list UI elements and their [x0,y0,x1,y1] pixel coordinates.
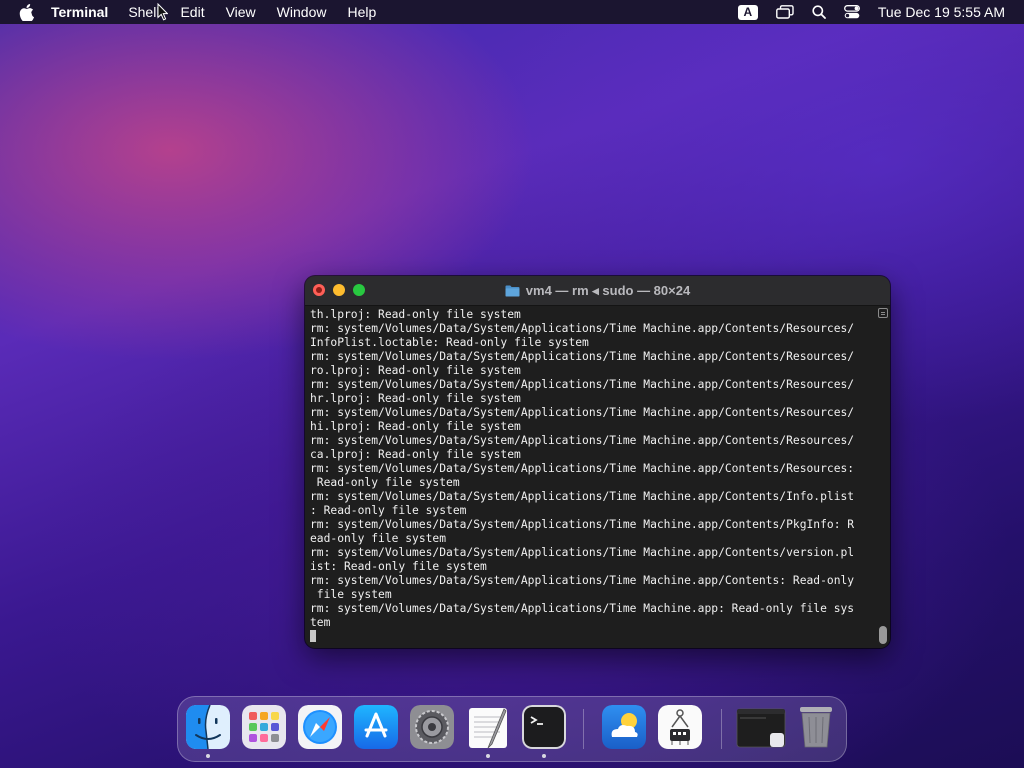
terminal-line: rm: system/Volumes/Data/System/Applicati… [310,434,855,447]
dock-separator [721,709,722,749]
minimize-window-button[interactable] [333,284,345,296]
dock-item-weather[interactable] [602,705,646,749]
terminal-titlebar[interactable]: vm4 — rm ◂ sudo — 80×24 [305,276,890,306]
trash-icon [794,705,838,749]
system-information-icon [658,705,702,749]
zoom-window-button[interactable] [353,284,365,296]
close-window-button[interactable] [313,284,325,296]
terminal-line: rm: system/Volumes/Data/System/Applicati… [310,350,855,363]
terminal-line: Read-only file system [310,476,460,489]
terminal-line: InfoPlist.loctable: Read-only file syste… [310,336,589,349]
menu-edit[interactable]: Edit [180,4,204,20]
dock-item-system-settings[interactable] [410,705,454,749]
control-center-icon[interactable] [843,5,860,19]
textedit-icon [466,705,510,749]
menu-app-terminal[interactable]: Terminal [51,4,108,20]
menu-window[interactable]: Window [277,4,327,20]
menu-help[interactable]: Help [347,4,376,20]
dock-separator [583,709,584,749]
window-switcher-icon[interactable] [775,5,794,19]
terminal-line: rm: system/Volumes/Data/System/Applicati… [310,406,855,419]
weather-icon [602,705,646,749]
app-store-icon [354,705,398,749]
spotlight-search-icon[interactable] [812,5,826,19]
dock-item-launchpad[interactable] [242,705,286,749]
terminal-prompt-line [310,630,876,644]
menu-view[interactable]: View [226,4,256,20]
dock-item-minimized-window[interactable] [736,705,786,749]
terminal-line: rm: system/Volumes/Data/System/Applicati… [310,546,855,559]
terminal-line: ca.lproj: Read-only file system [310,448,521,461]
finder-icon [186,705,230,749]
terminal-line: rm: system/Volumes/Data/System/Applicati… [310,574,855,587]
terminal-line: rm: system/Volumes/Data/System/Applicati… [310,322,855,335]
scroll-split-button[interactable] [878,308,888,318]
dock-item-app-store[interactable] [354,705,398,749]
menu-bar: Terminal Shell Edit View Window Help A T… [0,0,1024,24]
input-source-label: A [737,4,758,20]
window-title-text: vm4 — rm ◂ sudo — 80×24 [525,282,691,298]
folder-icon [505,285,520,297]
text-cursor [310,630,316,642]
scrollbar-thumb[interactable] [879,626,887,644]
window-controls [313,284,373,296]
terminal-line: rm: system/Volumes/Data/System/Applicati… [310,518,855,531]
dock-item-safari[interactable] [298,705,342,749]
dock-item-terminal[interactable] [522,705,566,758]
terminal-line: ead-only file system [310,532,447,545]
terminal-line: th.lproj: Read-only file system [310,308,521,321]
terminal-line: rm: system/Volumes/Data/System/Applicati… [310,378,855,391]
menu-clock[interactable]: Tue Dec 19 5:55 AM [878,4,1005,20]
terminal-scrollbar[interactable] [876,306,890,648]
terminal-window[interactable]: vm4 — rm ◂ sudo — 80×24 th.lproj: Read-o… [305,276,890,648]
running-indicator [206,754,210,758]
running-indicator [542,754,546,758]
dock-item-trash[interactable] [794,705,838,749]
safari-icon [298,705,342,749]
terminal-output[interactable]: th.lproj: Read-only file system rm: syste… [305,306,876,648]
terminal-line: rm: system/Volumes/Data/System/Applicati… [310,462,855,475]
mouse-pointer-icon [157,2,169,26]
running-indicator [486,754,490,758]
terminal-line: hr.lproj: Read-only file system [310,392,521,405]
launchpad-icon [242,705,286,749]
terminal-line: hi.lproj: Read-only file system [310,420,521,433]
terminal-line: tem [310,616,331,629]
terminal-icon [522,705,566,749]
terminal-line: ro.lproj: Read-only file system [310,364,521,377]
dock-item-finder[interactable] [186,705,230,758]
minimized-window-icon [736,705,786,749]
dock [177,696,847,762]
terminal-line: rm: system/Volumes/Data/System/Applicati… [310,490,855,503]
terminal-line: file system [310,588,392,601]
terminal-line: ist: Read-only file system [310,560,487,573]
terminal-line: : Read-only file system [310,504,467,517]
menu-shell[interactable]: Shell [128,4,159,20]
system-settings-icon [410,705,454,749]
window-title: vm4 — rm ◂ sudo — 80×24 [505,283,690,299]
apple-menu-icon[interactable] [19,3,35,21]
terminal-line: rm: system/Volumes/Data/System/Applicati… [310,602,855,615]
dock-item-system-information[interactable] [658,705,702,749]
dock-item-textedit[interactable] [466,705,510,758]
input-source-icon[interactable]: A [737,4,758,20]
